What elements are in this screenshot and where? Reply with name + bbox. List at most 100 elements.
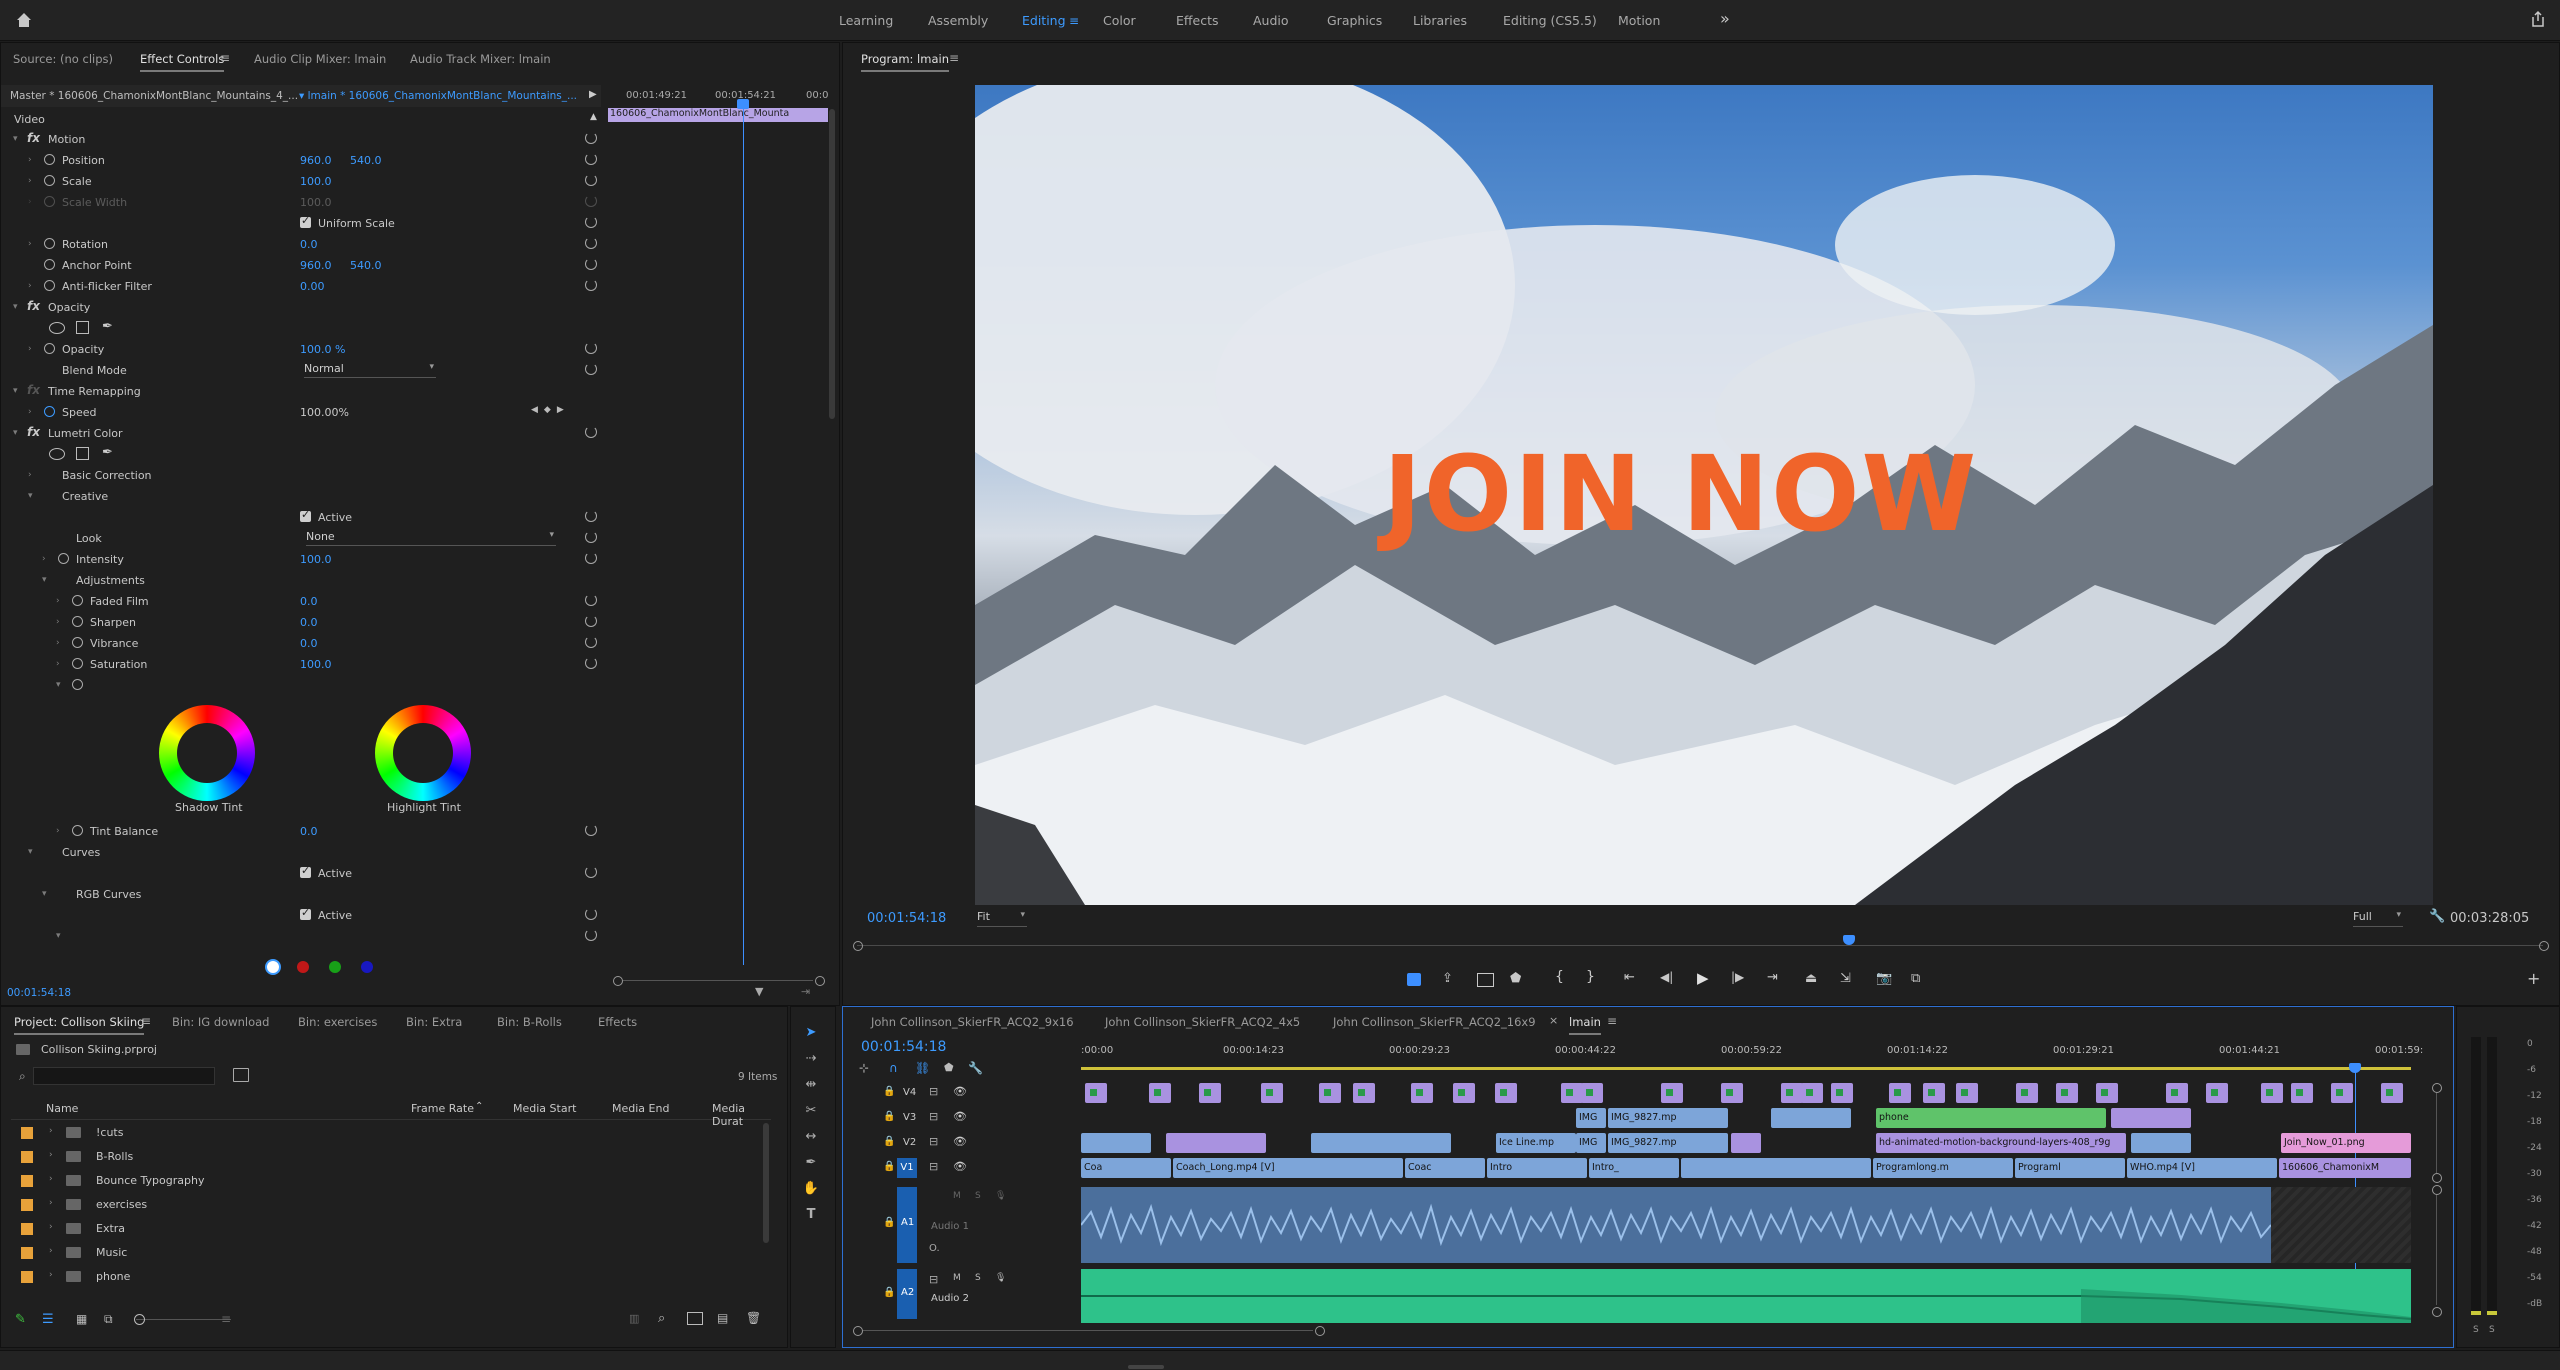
timeline-clip[interactable] — [2331, 1083, 2353, 1103]
reset-icon[interactable] — [585, 531, 597, 543]
hand-tool-icon[interactable]: ✋ — [801, 1181, 821, 1201]
timeline-clip[interactable] — [1453, 1083, 1475, 1103]
twirl-icon[interactable]: › — [28, 281, 32, 291]
workspace-learning[interactable]: Learning — [839, 13, 893, 28]
tab-bin-b-rolls[interactable]: Bin: B-Rolls — [497, 1015, 562, 1029]
saturation-value[interactable]: 100.0 — [300, 658, 332, 671]
sync-icon[interactable]: ⊟ — [929, 1273, 938, 1286]
lift-icon[interactable]: ⏏ — [1805, 971, 1817, 986]
reset-icon[interactable] — [585, 279, 597, 291]
reset-icon[interactable] — [585, 363, 597, 375]
twirl-icon[interactable]: › — [49, 1198, 53, 1208]
search-input[interactable] — [33, 1067, 215, 1085]
look-dropdown[interactable]: None ▾ — [306, 530, 556, 546]
label-swatch[interactable] — [21, 1199, 33, 1211]
track-label-v3[interactable]: V3 — [903, 1112, 916, 1123]
tab-seq-4x5[interactable]: John Collinson_SkierFR_ACQ2_4x5 — [1105, 1015, 1300, 1029]
curve-channel-green[interactable] — [329, 961, 341, 973]
timeline-clip[interactable]: Programlong.m — [1873, 1158, 2013, 1178]
ec-scrollbar[interactable] — [829, 109, 835, 419]
workspace-assembly[interactable]: Assembly — [928, 13, 988, 28]
workspace-effects[interactable]: Effects — [1176, 13, 1219, 28]
reset-icon[interactable] — [585, 174, 597, 186]
timeline-clip[interactable] — [1081, 1133, 1151, 1153]
workspace-menu-icon[interactable]: ≡ — [1069, 14, 1079, 28]
track-label-a1[interactable]: A1 — [901, 1217, 914, 1228]
audio-clip-a1[interactable] — [1081, 1187, 2271, 1263]
sequence-clip-dropdown[interactable]: ▾ lmain * 160606_ChamonixMontBlanc_Mount… — [299, 90, 577, 102]
timeline-clip[interactable]: IMG — [1576, 1108, 1606, 1128]
panel-menu-icon[interactable]: ≡ — [949, 51, 959, 65]
eye-icon[interactable]: 👁 — [953, 1085, 967, 1098]
stopwatch-icon[interactable] — [44, 343, 55, 354]
track-header-a2[interactable]: 🔒 A2 ⊟ M S 🎙 Audio 2 — [883, 1269, 1079, 1319]
timeline-clip[interactable] — [1923, 1083, 1945, 1103]
speed-value[interactable]: 100.00% — [300, 406, 349, 419]
track-header-v2[interactable]: 🔒 V2 ⊟ 👁 — [883, 1133, 1079, 1155]
timeline-clip[interactable] — [2056, 1083, 2078, 1103]
zoom-handle[interactable] — [134, 1314, 145, 1325]
workspace-motion[interactable]: Motion — [1618, 13, 1660, 28]
meter-solo-right[interactable]: S — [2489, 1325, 2495, 1335]
timeline-clip[interactable]: 160606_ChamonixM — [2279, 1158, 2411, 1178]
timeline-clip[interactable] — [1261, 1083, 1283, 1103]
snap-icon[interactable]: ∩ — [889, 1061, 898, 1075]
linked-selection-icon[interactable]: ⛓ — [915, 1061, 930, 1075]
tab-effects[interactable]: Effects — [598, 1015, 637, 1029]
timeline-clip[interactable] — [2291, 1083, 2313, 1103]
list-item[interactable]: › Bounce Typography — [11, 1169, 771, 1193]
new-item-icon[interactable]: ▤ — [717, 1311, 728, 1325]
timeline-clip[interactable] — [1731, 1133, 1761, 1153]
track-label-v1[interactable]: V1 — [897, 1158, 917, 1178]
home-icon[interactable] — [15, 11, 33, 29]
timeline-v-scroll[interactable] — [2431, 1083, 2442, 1323]
reset-icon[interactable] — [585, 657, 597, 669]
ripple-edit-tool-icon[interactable]: ⇹ — [801, 1077, 821, 1097]
timeline-clip[interactable]: IMG_9827.mp — [1608, 1133, 1728, 1153]
go-to-out-icon[interactable]: ⇥ — [1767, 970, 1778, 985]
timeline-clip[interactable] — [2206, 1083, 2228, 1103]
track-header-a1[interactable]: 🔒 A1 Audio 1 M S 🎙 O. — [883, 1187, 1079, 1263]
keyframe-nav-icon[interactable]: ◀◆▶ — [531, 405, 570, 415]
timeline-clip[interactable]: hd-animated-motion-background-layers-408… — [1876, 1133, 2126, 1153]
group-creative[interactable]: ▾ Creative — [1, 486, 601, 507]
workspace-libraries[interactable]: Libraries — [1413, 13, 1467, 28]
tab-audio-track-mixer[interactable]: Audio Track Mixer: lmain — [410, 52, 551, 66]
lock-icon[interactable]: 🔒 — [883, 1136, 895, 1147]
close-tab-icon[interactable]: × — [1549, 1014, 1558, 1027]
tab-program[interactable]: Program: lmain — [861, 52, 949, 72]
stopwatch-icon[interactable] — [44, 238, 55, 249]
ec-clip-bar[interactable]: 160606_ChamonixMontBlanc_Mounta — [608, 108, 828, 122]
twirl-icon[interactable]: › — [49, 1174, 53, 1184]
timeline-settings-icon[interactable]: 🔧 — [968, 1061, 983, 1075]
eye-icon[interactable]: 👁 — [953, 1160, 967, 1173]
timeline-clip[interactable]: Coa — [1081, 1158, 1171, 1178]
reset-icon[interactable] — [585, 824, 597, 836]
tab-lmain[interactable]: lmain — [1569, 1015, 1601, 1035]
group-basic-correction[interactable]: › Basic Correction — [1, 465, 601, 486]
timeline-clip[interactable] — [1889, 1083, 1911, 1103]
stopwatch-icon[interactable] — [72, 825, 83, 836]
timeline-clip[interactable]: Ice Line.mp — [1496, 1133, 1576, 1153]
timeline-clip[interactable] — [1681, 1158, 1871, 1178]
comparison-view-icon[interactable]: ⧉ — [1911, 971, 1920, 986]
step-forward-icon[interactable]: |▶ — [1731, 970, 1744, 984]
fx-icon[interactable]: fx — [27, 131, 40, 145]
track-label-v4[interactable]: V4 — [903, 1087, 916, 1098]
sync-icon[interactable]: ⊟ — [929, 1110, 938, 1123]
mic-icon[interactable]: 🎙 — [995, 1191, 1006, 1201]
sync-icon[interactable]: ⊟ — [929, 1085, 938, 1098]
reset-icon[interactable] — [585, 594, 597, 606]
label-swatch[interactable] — [21, 1223, 33, 1235]
label-swatch[interactable] — [21, 1247, 33, 1259]
timeline-timecode[interactable]: 00:01:54:18 — [861, 1039, 946, 1055]
timeline-clip[interactable] — [1319, 1083, 1341, 1103]
timeline-clip[interactable] — [2096, 1083, 2118, 1103]
rectangle-mask-icon[interactable] — [76, 321, 89, 334]
reset-icon[interactable] — [585, 636, 597, 648]
track-label-v2[interactable]: V2 — [903, 1137, 916, 1148]
twirl-icon[interactable]: › — [28, 407, 32, 417]
fx-icon[interactable]: fx — [27, 299, 40, 313]
freeform-view-icon[interactable]: ⧉ — [104, 1312, 113, 1327]
mute-button[interactable]: M — [953, 1273, 961, 1283]
